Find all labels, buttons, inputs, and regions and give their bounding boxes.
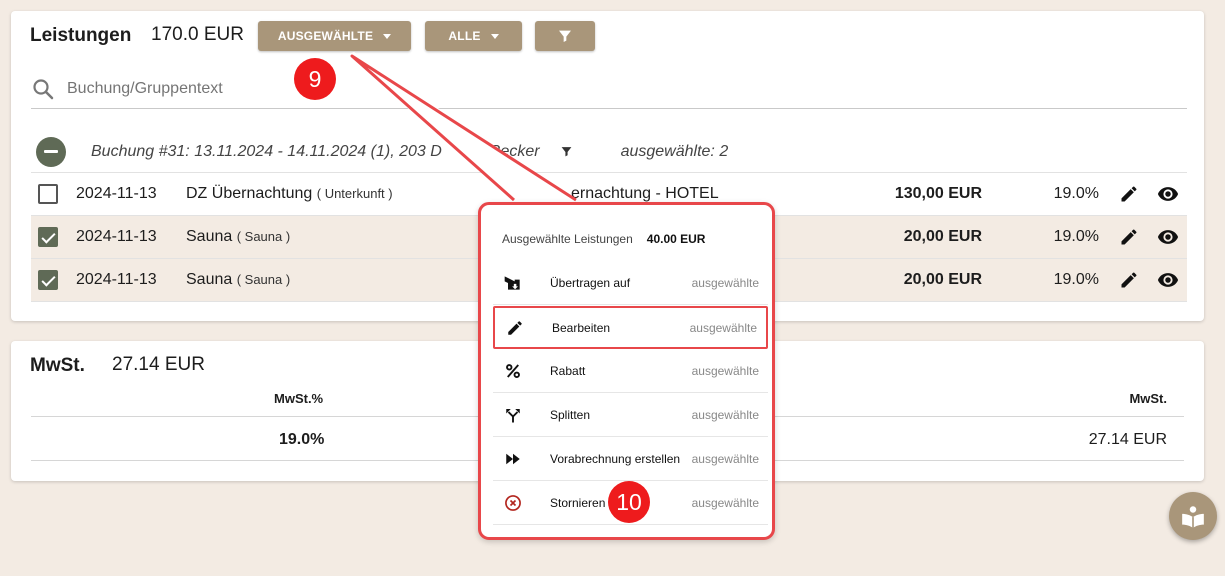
menu-item-label: Rabatt — [550, 364, 586, 378]
menu-item-edit[interactable]: Bearbeiten ausgewählte — [493, 306, 768, 349]
menu-header: Ausgewählte Leistungen 40.00 EUR — [502, 232, 705, 246]
menu-item-transfer[interactable]: Übertragen auf ausgewählte — [493, 262, 768, 305]
menu-amount: 40.00 EUR — [646, 232, 706, 246]
menu-item-split[interactable]: Splitten ausgewählte — [493, 394, 768, 437]
percent-icon — [502, 360, 524, 382]
menu-item-label: Stornieren — [550, 496, 606, 510]
reader-help-icon — [1182, 506, 1204, 528]
cancel-icon — [502, 492, 524, 514]
menu-item-scope: ausgewählte — [691, 452, 759, 466]
menu-item-discount[interactable]: Rabatt ausgewählte — [493, 350, 768, 393]
menu-item-scope: ausgewählte — [691, 408, 759, 422]
fast-forward-icon — [502, 448, 524, 470]
menu-item-scope: ausgewählte — [691, 276, 759, 290]
help-button[interactable] — [1169, 492, 1217, 540]
menu-item-label: Übertragen auf — [550, 276, 631, 290]
transfer-icon — [502, 272, 524, 294]
menu-item-scope: ausgewählte — [691, 496, 759, 510]
menu-item-scope: ausgewählte — [689, 320, 757, 335]
menu-title: Ausgewählte Leistungen — [502, 232, 633, 246]
pencil-icon — [504, 317, 526, 339]
step-badge-9: 9 — [294, 58, 336, 100]
menu-item-prebill[interactable]: Vorabrechnung erstellen ausgewählte — [493, 438, 768, 481]
split-icon — [502, 404, 524, 426]
menu-item-scope: ausgewählte — [691, 364, 759, 378]
menu-item-label: Splitten — [550, 408, 591, 422]
menu-item-label: Bearbeiten — [552, 320, 611, 335]
menu-item-label: Vorabrechnung erstellen — [550, 452, 681, 466]
step-badge-10: 10 — [608, 481, 650, 523]
